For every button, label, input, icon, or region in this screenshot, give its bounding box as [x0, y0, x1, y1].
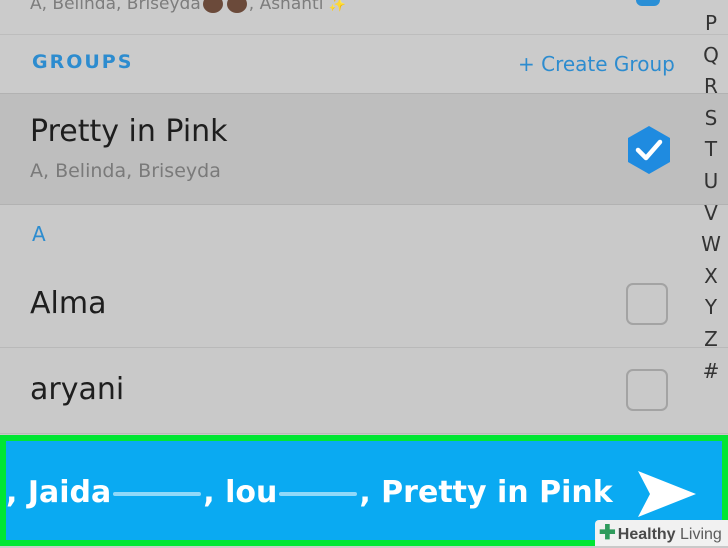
index-letter-y[interactable]: Y	[696, 292, 726, 324]
previous-group-row[interactable]: A, Belinda, Briseyda, Ashanti ✨	[0, 0, 728, 35]
selected-check-icon	[636, 0, 660, 6]
friend-checkbox[interactable]	[626, 283, 668, 325]
redacted-text	[279, 491, 358, 496]
index-letter-q[interactable]: Q	[696, 40, 726, 72]
redacted-text	[113, 491, 202, 496]
recipient-jaida: , Jaida	[6, 475, 112, 510]
index-letter-p[interactable]: P	[696, 8, 726, 40]
recipient-lou: , lou	[203, 475, 278, 510]
friend-checkbox[interactable]	[626, 369, 668, 411]
section-letter: A	[32, 222, 46, 246]
index-letter-s[interactable]: S	[696, 103, 726, 135]
checked-hexagon-icon[interactable]	[626, 125, 672, 175]
face-emoji-icon	[226, 0, 247, 13]
watermark-logo: ✚ Healthy Living	[595, 520, 728, 546]
previous-group-members: A, Belinda, Briseyda, Ashanti ✨	[30, 0, 346, 14]
recipient-list: , Jaida , lou , Pretty in Pink	[6, 475, 613, 510]
index-letter-v[interactable]: V	[696, 198, 726, 230]
index-letter-z[interactable]: Z	[696, 324, 726, 356]
index-letter-r[interactable]: R	[696, 71, 726, 103]
group-row[interactable]: Pretty in Pink A, Belinda, Briseyda	[0, 93, 728, 205]
index-letter-hash[interactable]: #	[696, 356, 726, 388]
letter-section-header: A	[0, 206, 728, 262]
friend-row-aryani[interactable]: aryani	[0, 348, 728, 434]
friend-name: Alma	[30, 286, 107, 321]
index-letter-u[interactable]: U	[696, 166, 726, 198]
index-letter-t[interactable]: T	[696, 134, 726, 166]
recipient-group: , Pretty in Pink	[359, 475, 613, 510]
send-arrow-icon[interactable]	[634, 469, 700, 519]
groups-title: GROUPS	[32, 51, 134, 73]
group-members: A, Belinda, Briseyda	[30, 160, 221, 182]
plus-logo-icon: ✚	[599, 522, 616, 544]
create-group-button[interactable]: + Create Group	[518, 52, 675, 76]
face-emoji-icon	[202, 0, 223, 13]
alphabet-index[interactable]: P Q R S T U V W X Y Z #	[696, 8, 726, 387]
friend-name: aryani	[30, 372, 125, 407]
index-letter-x[interactable]: X	[696, 261, 726, 293]
sparkle-icon: ✨	[328, 0, 347, 13]
index-letter-w[interactable]: W	[696, 229, 726, 261]
groups-section-header: GROUPS + Create Group	[0, 35, 728, 93]
group-name: Pretty in Pink	[30, 114, 228, 149]
friend-row-alma[interactable]: Alma	[0, 262, 728, 348]
